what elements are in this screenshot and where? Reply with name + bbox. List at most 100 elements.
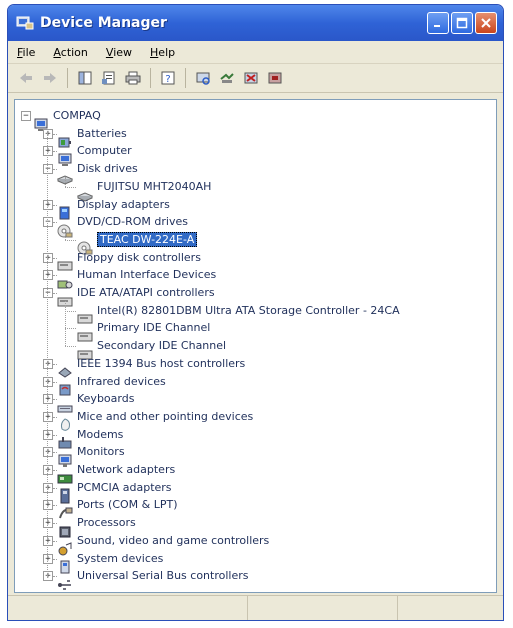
update-driver-button[interactable] <box>215 66 239 90</box>
properties-button[interactable] <box>97 66 121 90</box>
print-button[interactable] <box>121 66 145 90</box>
title-bar[interactable]: Device Manager <box>8 5 503 41</box>
expand-toggle[interactable]: + <box>43 199 53 210</box>
tree-category[interactable]: + Modems <box>15 427 496 449</box>
status-segment <box>8 596 248 620</box>
tree-category[interactable]: + Human Interface Devices <box>15 267 496 289</box>
tree-category-label: PCMCIA adapters <box>77 480 172 494</box>
tree-device[interactable]: Primary IDE Channel <box>15 320 496 342</box>
tree-category-label: Display adapters <box>77 197 170 211</box>
tree-connector <box>53 505 57 507</box>
back-icon <box>20 72 32 83</box>
tree-connector <box>53 381 57 383</box>
tree-category[interactable]: + Processors <box>15 515 496 538</box>
expand-toggle[interactable]: + <box>43 553 53 564</box>
back-button[interactable] <box>14 66 38 90</box>
tree-device[interactable]: Secondary IDE Channel <box>15 338 496 360</box>
scan-hardware-icon <box>196 72 210 85</box>
uninstall-device-button[interactable] <box>263 66 287 90</box>
device-manager-icon <box>16 16 34 30</box>
menu-file[interactable]: File <box>8 46 44 59</box>
tree-connector <box>53 204 57 206</box>
tree-category-label: System devices <box>77 551 164 565</box>
expand-toggle[interactable]: + <box>43 411 53 422</box>
menu-view[interactable]: View <box>97 46 141 59</box>
tree-connector <box>53 399 57 401</box>
menu-help[interactable]: Help <box>141 46 184 59</box>
maximize-button[interactable] <box>451 12 473 34</box>
tree-category-label: Ports (COM & LPT) <box>77 498 178 512</box>
tree-category[interactable]: + Floppy disk controllers <box>15 250 496 271</box>
collapse-toggle[interactable]: − <box>21 111 31 121</box>
tree-category-label: Computer <box>77 144 132 158</box>
tree-connector <box>53 416 57 418</box>
tree-category[interactable]: + IEEE 1394 Bus host controllers <box>15 356 496 378</box>
tree-category[interactable]: + Batteries <box>15 126 496 148</box>
tree-connector <box>53 540 57 542</box>
expand-toggle[interactable]: + <box>43 270 53 281</box>
expand-toggle[interactable]: + <box>43 376 53 387</box>
status-bar <box>8 595 503 620</box>
expand-toggle[interactable]: + <box>43 518 53 529</box>
expand-toggle[interactable]: + <box>43 394 53 405</box>
expand-toggle[interactable]: + <box>43 447 53 458</box>
expand-toggle[interactable]: + <box>43 535 53 546</box>
tree-connector <box>65 301 66 347</box>
collapse-toggle[interactable]: − <box>43 288 53 298</box>
expand-toggle[interactable]: + <box>43 128 53 139</box>
expand-toggle[interactable]: + <box>43 500 53 511</box>
svg-text:?: ? <box>165 74 170 85</box>
tree-root-label: COMPAQ <box>53 109 101 122</box>
tree-category-label: Keyboards <box>77 392 135 406</box>
tree-category-label: Processors <box>77 516 136 530</box>
expand-toggle[interactable]: + <box>43 465 53 475</box>
tree-category[interactable]: + Universal Serial Bus controllers <box>15 568 496 590</box>
tree-category[interactable]: + Network adapters <box>15 462 496 483</box>
collapse-toggle[interactable]: − <box>43 217 53 228</box>
menu-action[interactable]: Action <box>44 46 96 59</box>
minimize-button[interactable] <box>427 12 449 34</box>
toolbar-separator <box>150 67 151 88</box>
expand-toggle[interactable]: + <box>43 252 53 263</box>
tree-device[interactable]: FUJITSU MHT2040AH <box>15 179 496 202</box>
expand-toggle[interactable]: + <box>43 571 53 582</box>
tree-category-label: IDE ATA/ATAPI controllers <box>77 286 215 299</box>
collapse-toggle[interactable]: − <box>43 164 53 175</box>
scan-hardware-button[interactable] <box>191 66 215 90</box>
help-icon: ? <box>161 71 175 85</box>
tree-device[interactable]: Intel(R) 82801DBM Ultra ATA Storage Cont… <box>15 303 496 324</box>
tree-category[interactable]: − Disk drives <box>15 161 496 185</box>
disable-device-button[interactable] <box>239 66 263 90</box>
menu-bar: File Action View Help <box>8 41 503 64</box>
tree-category[interactable]: + Infrared devices <box>15 374 496 396</box>
tree-category[interactable]: + Display adapters <box>15 197 496 220</box>
close-button[interactable] <box>475 12 497 34</box>
expand-toggle[interactable]: + <box>43 482 53 493</box>
toolbar: ? <box>8 63 503 93</box>
tree-category[interactable]: + Keyboards <box>15 391 496 413</box>
tree-category[interactable]: + System devices <box>15 551 496 574</box>
tree-category[interactable]: + Ports (COM & LPT) <box>15 497 496 519</box>
tree-category[interactable]: − IDE ATA/ATAPI controllers <box>15 285 496 306</box>
tree-device-selected[interactable]: TEAC DW-224E-A <box>15 231 496 255</box>
device-tree[interactable]: − COMPAQ + Batteries + Computer − Disk drives FU… <box>14 99 497 593</box>
tree-category[interactable]: + PCMCIA adapters <box>15 480 496 504</box>
tree-category[interactable]: − DVD/CD-ROM drives <box>15 214 496 238</box>
tree-category[interactable]: + Monitors <box>15 444 496 467</box>
tree-connector <box>53 257 57 259</box>
tree-category[interactable]: + Sound, video and game controllers <box>15 533 496 556</box>
tree-connector <box>53 558 57 560</box>
tree-category-label: Sound, video and game controllers <box>77 533 270 547</box>
tree-root[interactable]: − COMPAQ <box>15 108 496 131</box>
tree-category[interactable]: + Mice and other pointing devices <box>15 409 496 432</box>
help-button[interactable]: ? <box>156 66 180 90</box>
expand-toggle[interactable]: + <box>43 429 53 440</box>
expand-toggle[interactable]: + <box>43 146 53 157</box>
show-hide-console-tree-button[interactable] <box>73 66 97 90</box>
minimize-icon <box>434 25 440 27</box>
tree-category-label: Mice and other pointing devices <box>77 409 254 423</box>
forward-button[interactable] <box>38 66 62 90</box>
expand-toggle[interactable]: + <box>43 358 53 369</box>
tree-category[interactable]: + Computer <box>15 143 496 166</box>
tree-connector <box>53 293 57 294</box>
